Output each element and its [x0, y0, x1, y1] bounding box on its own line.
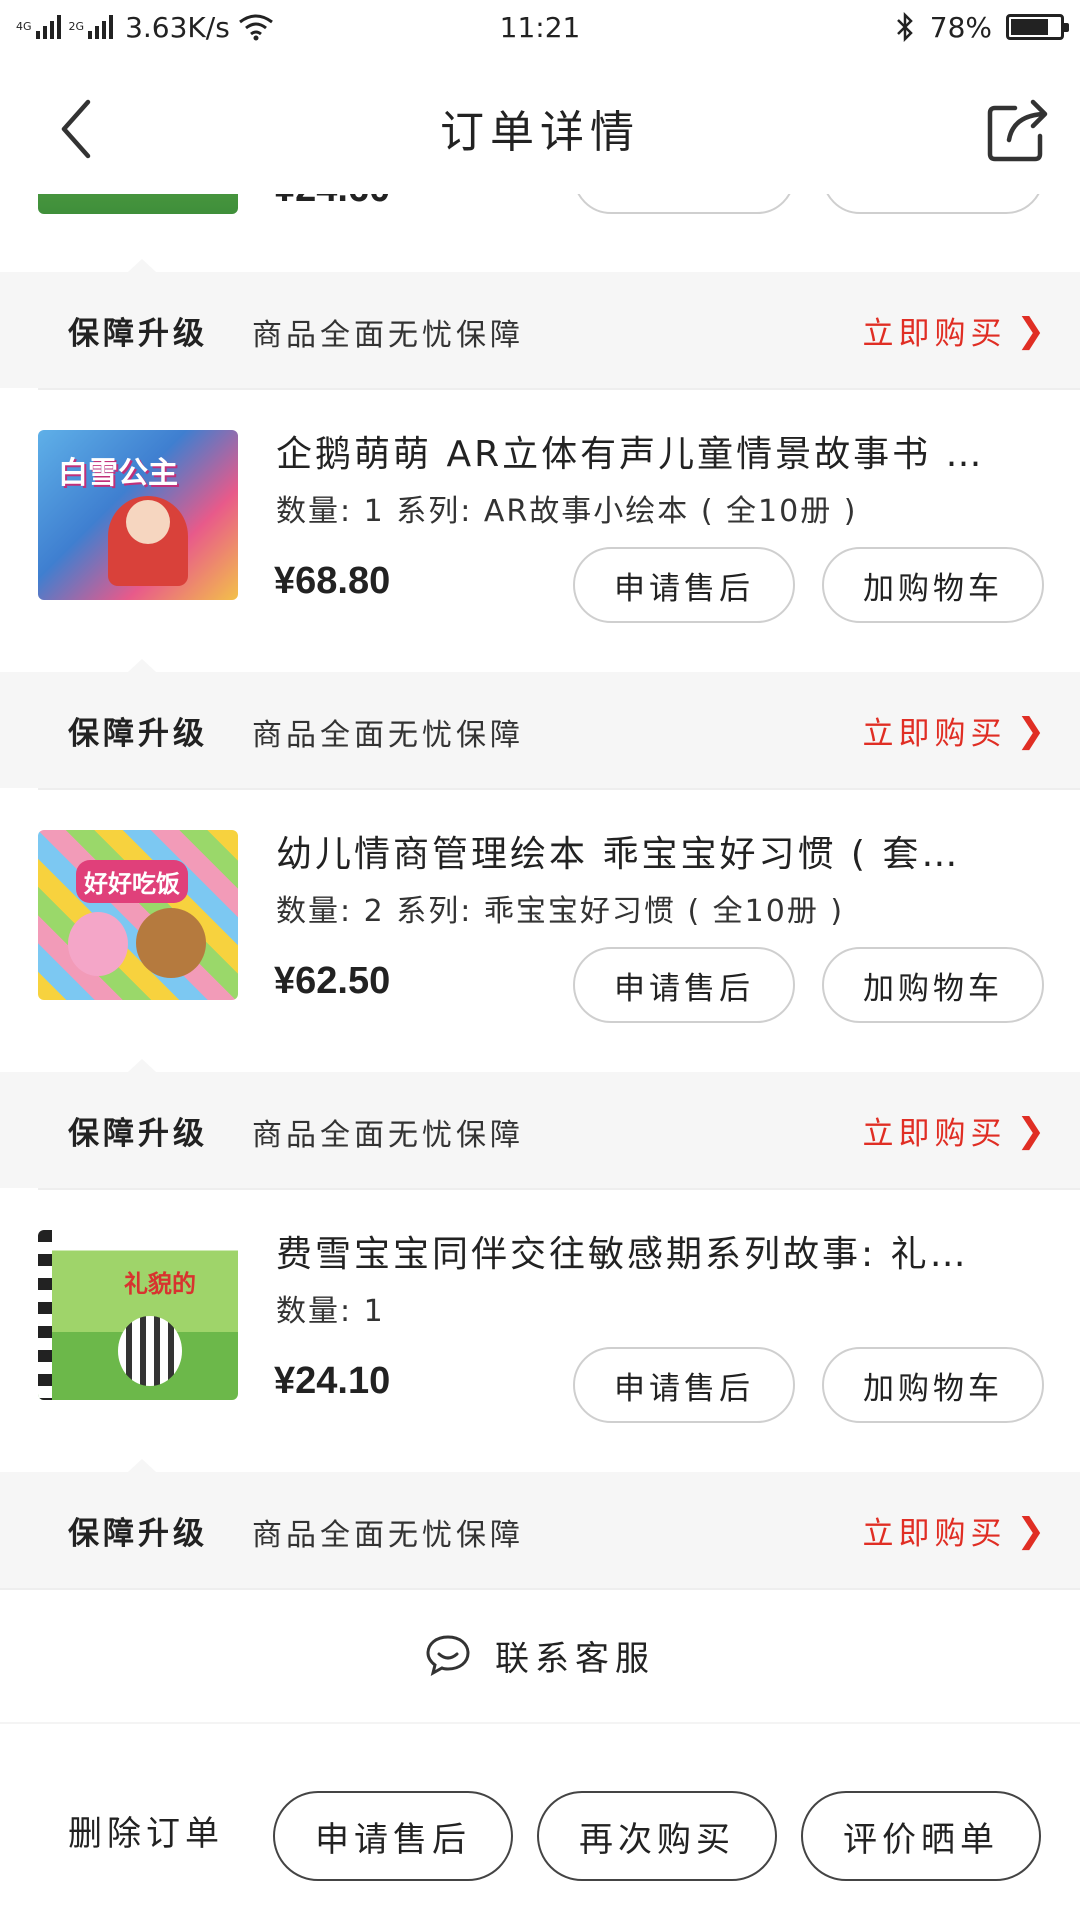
network-4g-label: 4G	[16, 19, 32, 33]
add-to-cart-button[interactable]: 加购物车	[822, 947, 1044, 1023]
chevron-right-icon: ❯	[1016, 310, 1050, 351]
chevron-right-icon: ❯	[1016, 1110, 1050, 1151]
guarantee-desc: 商品全面无忧保障	[252, 1118, 524, 1153]
product-item[interactable]: 白雪公主 企鹅萌萌 AR立体有声儿童情景故事书 … 数量: 1 系列: AR故事…	[0, 390, 1080, 623]
product-thumbnail: 好好吃饭	[38, 830, 238, 1000]
network-speed: 3.63K/s	[125, 10, 230, 44]
notch-arrow	[128, 1459, 156, 1472]
buy-now-link[interactable]: 立即购买 ❯	[863, 1108, 1051, 1153]
share-icon[interactable]	[985, 94, 1055, 164]
signal-strength-2-icon	[88, 15, 114, 39]
product-price: ¥62.50	[274, 960, 391, 1002]
buy-now-link[interactable]: 立即购买 ❯	[863, 708, 1051, 753]
delete-order-button[interactable]: 删除订单	[68, 1806, 224, 1855]
notch-arrow	[128, 659, 156, 672]
after-sale-button[interactable]: 申请售后	[573, 547, 795, 623]
network-2g-label: 2G	[68, 19, 85, 33]
after-sale-order-button[interactable]: 申请售后	[273, 1791, 513, 1881]
contact-service-button[interactable]: 联系客服	[0, 1590, 1080, 1720]
contact-service-label: 联系客服	[495, 1638, 655, 1679]
cover-title: 好好吃饭	[76, 860, 188, 903]
status-bar: 4G 2G 3.63K/s 11:21 78%	[0, 0, 1080, 54]
nav-header: 订单详情	[0, 54, 1080, 194]
guarantee-desc: 商品全面无忧保障	[252, 1518, 524, 1553]
product-item[interactable]: 礼貌的 费雪宝宝同伴交往敏感期系列故事: 礼… 数量: 1 ¥24.10 申请售…	[0, 1190, 1080, 1423]
status-right: 78%	[894, 10, 1069, 44]
product-price: ¥24.60	[274, 194, 390, 211]
buy-now-label: 立即购买	[862, 1516, 1007, 1552]
product-price: ¥68.80	[274, 560, 391, 602]
guarantee-label: 保障升级	[68, 716, 208, 752]
guarantee-row: 保障升级 商品全面无忧保障 立即购买 ❯	[0, 1459, 1080, 1588]
add-to-cart-button[interactable]: 加购物车	[822, 547, 1044, 623]
buy-now-label: 立即购买	[862, 716, 1007, 752]
after-sale-button[interactable]: 申请售后	[573, 1347, 795, 1423]
buy-again-button[interactable]: 再次购买	[537, 1791, 777, 1881]
product-price: ¥24.10	[274, 1360, 391, 1402]
product-item[interactable]: 好好吃饭 幼儿情商管理绘本 乖宝宝好习惯 ( 套… 数量: 2 系列: 乖宝宝好…	[0, 790, 1080, 1023]
battery-icon	[1006, 14, 1069, 40]
after-sale-button[interactable]	[573, 194, 795, 214]
status-left: 4G 2G 3.63K/s	[16, 11, 894, 44]
chevron-right-icon: ❯	[1016, 1510, 1050, 1551]
page-title: 订单详情	[440, 107, 640, 158]
order-content: ¥24.60 保障升级 商品全面无忧保障 立即购买❯ 白雪公主 企鹅萌萌 AR立…	[0, 194, 1080, 1724]
cover-title: 白雪公主	[58, 456, 178, 491]
guarantee-label: 保障升级	[68, 316, 208, 352]
guarantee-row: 保障升级 商品全面无忧保障 立即购买 ❯	[0, 659, 1080, 788]
buy-now-label: 立即购买	[862, 1116, 1007, 1152]
signal-strength-icon	[35, 15, 61, 39]
product-meta: 数量: 1 系列: AR故事小绘本 ( 全10册 )	[276, 494, 858, 529]
buy-now-label: 立即购买	[862, 316, 1007, 352]
guarantee-label: 保障升级	[68, 1516, 208, 1552]
guarantee-row: 保障升级 商品全面无忧保障 立即购买 ❯	[0, 259, 1080, 388]
product-title[interactable]: 企鹅萌萌 AR立体有声儿童情景故事书 …	[276, 425, 1036, 477]
product-thumbnail	[38, 194, 238, 214]
after-sale-button[interactable]: 申请售后	[573, 947, 795, 1023]
wifi-icon	[238, 14, 273, 41]
chevron-right-icon: ❯	[1016, 710, 1050, 751]
notch-arrow	[128, 1059, 156, 1072]
partial-product: ¥24.60	[0, 194, 1080, 224]
cover-title: 礼貌的	[124, 1270, 196, 1298]
product-meta: 数量: 1	[276, 1294, 385, 1329]
product-meta: 数量: 2 系列: 乖宝宝好习惯 ( 全10册 )	[276, 894, 845, 929]
product-thumbnail: 礼貌的	[38, 1230, 238, 1400]
guarantee-desc: 商品全面无忧保障	[252, 718, 524, 753]
bottom-action-bar: 删除订单 申请售后 再次购买 评价晒单	[0, 1752, 1080, 1920]
section-gap	[0, 1722, 1080, 1724]
review-button[interactable]: 评价晒单	[801, 1791, 1041, 1881]
chat-bubble-icon	[426, 1635, 470, 1676]
buy-now-link[interactable]: 立即购买 ❯	[863, 308, 1051, 353]
battery-percent: 78%	[929, 10, 992, 44]
add-to-cart-button[interactable]	[822, 194, 1044, 214]
guarantee-row: 保障升级 商品全面无忧保障 立即购买 ❯	[0, 1059, 1080, 1188]
product-title[interactable]: 幼儿情商管理绘本 乖宝宝好习惯 ( 套…	[276, 825, 1036, 877]
product-thumbnail: 白雪公主	[38, 430, 238, 600]
guarantee-label: 保障升级	[68, 1116, 208, 1152]
bluetooth-icon	[896, 12, 913, 42]
product-title[interactable]: 费雪宝宝同伴交往敏感期系列故事: 礼…	[276, 1225, 1036, 1277]
notch-arrow	[128, 259, 156, 272]
guarantee-desc: 商品全面无忧保障	[252, 318, 524, 353]
buy-now-link[interactable]: 立即购买 ❯	[863, 1508, 1051, 1553]
add-to-cart-button[interactable]: 加购物车	[822, 1347, 1044, 1423]
